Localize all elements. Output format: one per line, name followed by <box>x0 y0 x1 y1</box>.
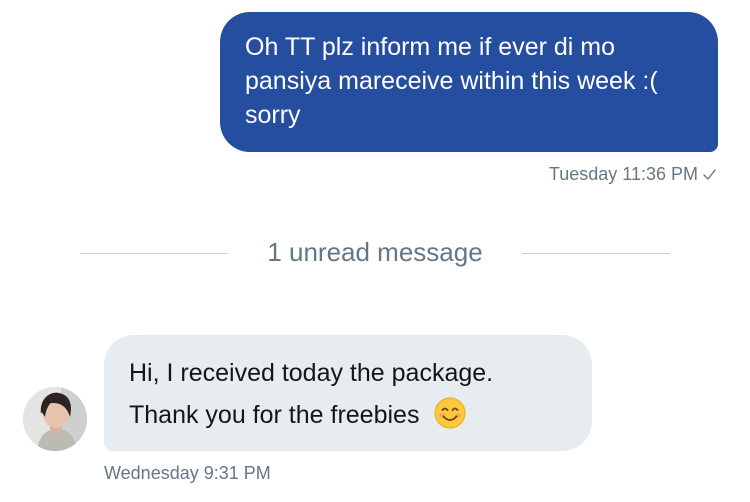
incoming-message-line2-row: Thank you for the freebies <box>129 394 570 436</box>
outgoing-message-text: Oh TT plz inform me if ever di mo pansiy… <box>245 33 658 129</box>
outgoing-message-meta: Tuesday 11:36 PM <box>549 162 716 186</box>
sent-check-icon <box>703 168 716 180</box>
divider-line-right <box>522 253 670 254</box>
avatar[interactable] <box>23 387 87 451</box>
unread-divider-label: 1 unread message <box>267 237 483 267</box>
outgoing-message-bubble[interactable]: Oh TT plz inform me if ever di mo pansiy… <box>220 12 718 152</box>
smiling-face-emoji-icon <box>434 397 466 429</box>
incoming-message-bubble[interactable]: Hi, I received today the package. Thank … <box>104 335 592 451</box>
outgoing-timestamp: Tuesday 11:36 PM <box>548 164 698 184</box>
avatar-photo-icon <box>23 387 87 451</box>
incoming-timestamp: Wednesday 9:31 PM <box>104 463 271 483</box>
incoming-message-line1: Hi, I received today the package. <box>129 359 494 387</box>
incoming-message-line2: Thank you for the freebies <box>129 401 420 429</box>
